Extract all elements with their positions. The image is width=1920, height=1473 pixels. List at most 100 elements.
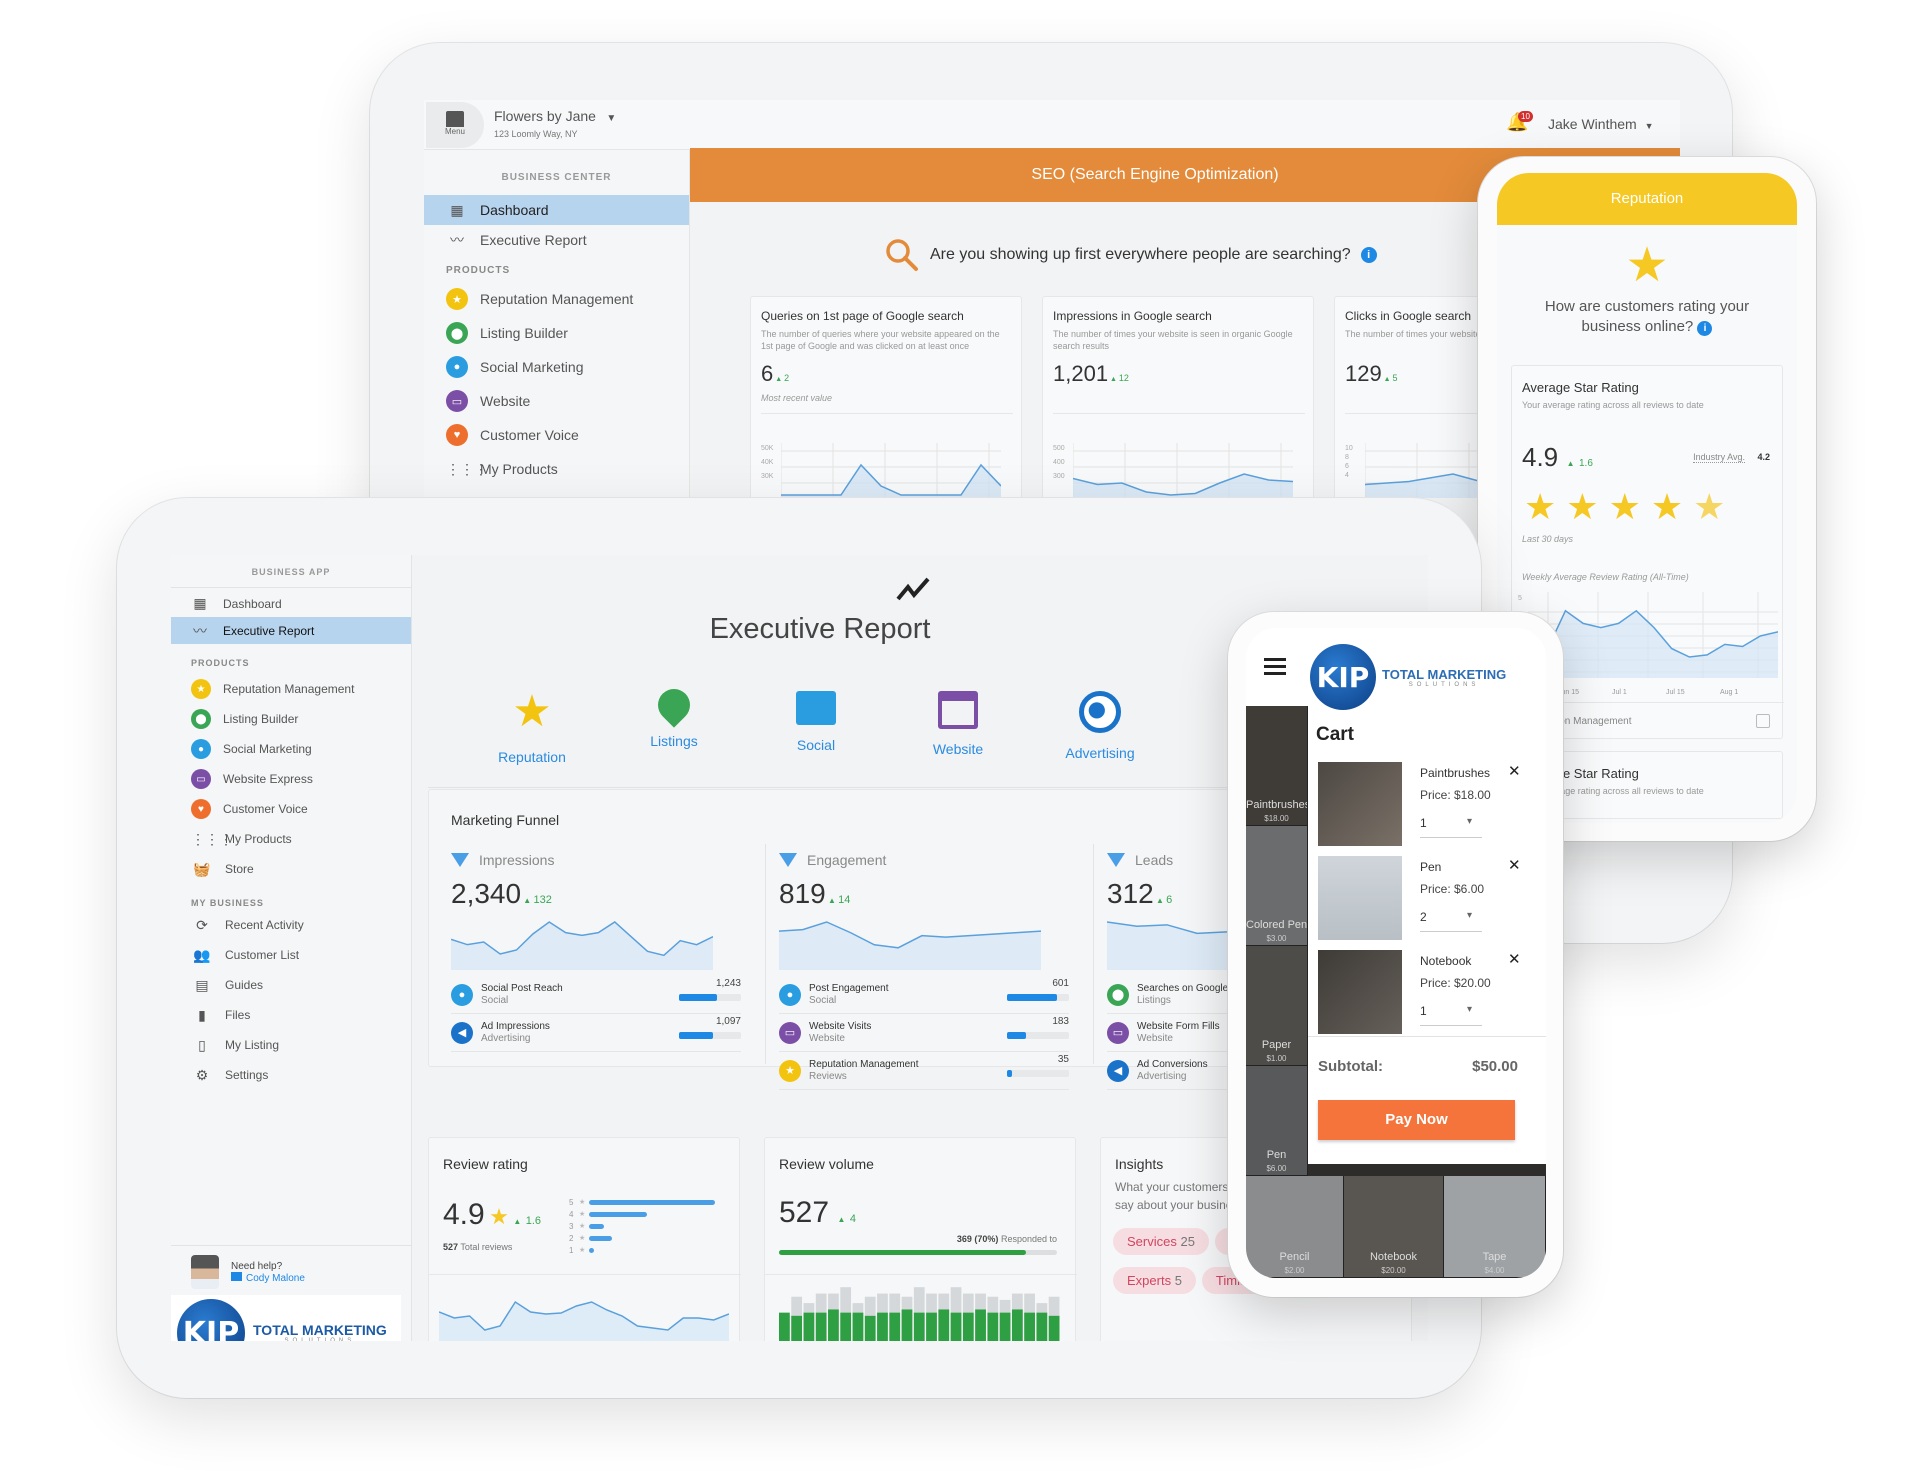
info-icon[interactable]: i <box>1697 321 1713 336</box>
quantity-select[interactable]: 1 ▾ <box>1420 1004 1482 1026</box>
chat-icon <box>796 691 836 725</box>
product-tile[interactable]: Paintbrushes $18.00 <box>1246 706 1308 826</box>
card-title: Impressions in Google search <box>1053 309 1212 323</box>
rating-value: 4.9 <box>443 1198 485 1231</box>
axis-tick: Jul 15 <box>1666 689 1685 696</box>
sidebar-item-label: Dashboard <box>223 596 282 611</box>
category-social[interactable]: Social <box>766 687 866 753</box>
volume-bar-responded <box>864 1315 876 1341</box>
product-tile[interactable]: Tape $4.00 <box>1444 1176 1546 1278</box>
grid-icon: ⋮⋮⋮ <box>191 830 233 847</box>
insight-chip[interactable]: Services 25 <box>1113 1228 1209 1255</box>
sidebar-item-website[interactable]: ▭ Website <box>424 384 689 418</box>
user-menu[interactable]: Jake Winthem ▼ <box>1548 116 1654 132</box>
axis-tick: 500 <box>1053 445 1065 452</box>
metric-note: Most recent value <box>761 393 833 403</box>
kip-logo: KIP TOTAL MARKETING SOLUTIONS <box>1310 644 1506 710</box>
axis-tick: 40K <box>761 459 774 466</box>
notifications-button[interactable]: 🔔 10 <box>1506 111 1533 133</box>
chat-icon: ● <box>779 983 801 1006</box>
sidebar-item-reputation-management[interactable]: ★ Reputation Management <box>171 674 411 704</box>
trend-icon: 〰 <box>193 622 207 639</box>
pay-now-button[interactable]: Pay Now <box>1318 1100 1515 1140</box>
category-listings[interactable]: Listings <box>624 682 724 749</box>
category-reputation[interactable]: ★ Reputation <box>482 687 582 765</box>
volume-bar-responded <box>1036 1312 1048 1341</box>
web-icon: ▭ <box>446 390 468 412</box>
chart-area <box>1107 922 1227 970</box>
sidebar-item-my-listing[interactable]: ▯ My Listing <box>171 1030 411 1060</box>
insight-chip[interactable]: Experts 5 <box>1113 1267 1196 1294</box>
sidebar-item-label: Customer Voice <box>480 427 579 443</box>
quantity-select[interactable]: 1 ▾ <box>1420 816 1482 838</box>
remove-item-icon[interactable]: ✕ <box>1508 762 1521 780</box>
funnel-row[interactable]: ★ Reputation Management Reviews 35 <box>779 1052 1069 1090</box>
product-tile[interactable]: Pencil $2.00 <box>1246 1176 1344 1278</box>
sidebar-item-guides[interactable]: ▤ Guides <box>171 970 411 1000</box>
card-desc: The number of queries where your website… <box>761 329 1000 351</box>
help-widget[interactable]: Need help? Cody Malone <box>191 1255 305 1289</box>
menu-button[interactable]: Menu <box>426 102 484 148</box>
review-rating-title: Review rating <box>443 1156 528 1172</box>
sidebar-item-social-marketing[interactable]: ● Social Marketing <box>424 350 689 384</box>
product-price: $4.00 <box>1484 1266 1505 1275</box>
funnel-row[interactable]: ● Social Post Reach Social 1,243 <box>451 976 741 1014</box>
sidebar-item-my-products[interactable]: ⋮⋮⋮ My Products <box>424 452 689 486</box>
product-tile[interactable]: Notebook $20.00 <box>1344 1176 1444 1278</box>
sidebar-item-reputation-management[interactable]: ★ Reputation Management <box>424 282 689 316</box>
product-tile[interactable]: Colored Pencils $3.00 <box>1246 826 1308 946</box>
sidebar-item-listing-builder[interactable]: ⬤ Listing Builder <box>424 316 689 350</box>
star-rating: ★★★★★ <box>1524 486 1735 528</box>
rating-value-group: 4.9 ▲ 1.6 <box>1522 442 1593 473</box>
funnel-row[interactable]: ◀ Ad Impressions Advertising 1,097 <box>451 1014 741 1052</box>
sidebar-item-customer-list[interactable]: 👥 Customer List <box>171 940 411 970</box>
sidebar-item-executive-report[interactable]: 〰 Executive Report <box>171 617 411 644</box>
sidebar-item-social-marketing[interactable]: ● Social Marketing <box>171 734 411 764</box>
sidebar-item-dashboard[interactable]: ▦ Dashboard <box>424 195 689 225</box>
rating-bar-row: 5 ★ <box>569 1196 729 1208</box>
help-contact[interactable]: Cody Malone <box>231 1271 305 1284</box>
sidebar-item-website-express[interactable]: ▭ Website Express <box>171 764 411 794</box>
notification-badge: 10 <box>1518 111 1533 122</box>
sidebar-item-listing-builder[interactable]: ⬤ Listing Builder <box>171 704 411 734</box>
funnel-value-group: 2,340 ▲ 132 <box>451 878 741 910</box>
sidebar-item-files[interactable]: ▮ Files <box>171 1000 411 1030</box>
hamburger-menu-icon[interactable] <box>1264 658 1286 675</box>
sidebar-item-my-products[interactable]: ⋮⋮⋮ My Products <box>171 824 411 854</box>
sidebar-item-label: Website Express <box>223 772 313 786</box>
volume-bar-responded <box>815 1312 827 1341</box>
remove-item-icon[interactable]: ✕ <box>1508 950 1521 968</box>
sidebar-item-executive-report[interactable]: 〰 Executive Report <box>424 225 689 255</box>
metric-value: 6 <box>761 361 774 386</box>
rating-star-label: 1 <box>569 1245 574 1255</box>
open-external-icon[interactable] <box>1756 714 1770 728</box>
info-icon[interactable]: i <box>1360 247 1377 263</box>
funnel-row[interactable]: ▭ Website Visits Website 183 <box>779 1014 1069 1052</box>
sidebar-item-dashboard[interactable]: ▦ Dashboard <box>171 590 411 617</box>
trend-up-icon: ▲ <box>513 1217 522 1226</box>
volume-bar-responded <box>901 1309 913 1341</box>
star-icon: ★ <box>1650 486 1694 527</box>
remove-item-icon[interactable]: ✕ <box>1508 856 1521 874</box>
sidebar-item-recent-activity[interactable]: ⟳ Recent Activity <box>171 910 411 940</box>
category-advertising[interactable]: Advertising <box>1050 687 1150 761</box>
sidebar-item-customer-voice[interactable]: ♥ Customer Voice <box>171 794 411 824</box>
rating-value: 4.9 <box>1522 442 1559 472</box>
sidebar-item-customer-voice[interactable]: ♥ Customer Voice <box>424 418 689 452</box>
row-title: Social Post Reach <box>481 982 563 994</box>
sidebar-item-store[interactable]: 🧺 Store <box>171 854 411 884</box>
sidebar-item-label: Recent Activity <box>225 918 304 932</box>
category-website[interactable]: Website <box>908 687 1008 757</box>
sidebar-item-label: Customer Voice <box>223 802 308 816</box>
heart-icon: ♥ <box>191 799 211 819</box>
quantity-select[interactable]: 2 ▾ <box>1420 910 1482 932</box>
total-reviews: 527 Total reviews <box>443 1242 513 1252</box>
card-title: Queries on 1st page of Google search <box>761 309 964 323</box>
exec-sidebar: BUSINESS APP ▦ Dashboard 〰 Executive Report… <box>171 555 412 1341</box>
business-switcher[interactable]: Flowers by Jane ▼ 123 Loomly Way, NY <box>494 108 616 139</box>
product-tile[interactable]: Paper $1.00 <box>1246 946 1308 1066</box>
responded-summary: 369 (70%) Responded to <box>956 1234 1057 1244</box>
funnel-row[interactable]: ● Post Engagement Social 601 <box>779 976 1069 1014</box>
sidebar-item-settings[interactable]: ⚙ Settings <box>171 1060 411 1090</box>
product-tile[interactable]: Pen $6.00 <box>1246 1066 1308 1176</box>
